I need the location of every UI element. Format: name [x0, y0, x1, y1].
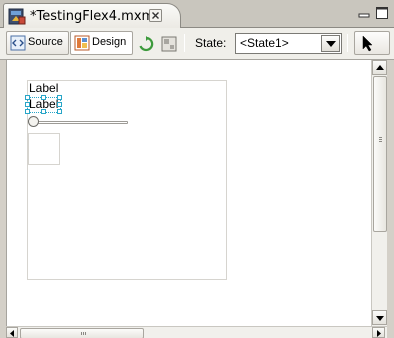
- state-value: <State1>: [240, 36, 289, 50]
- close-icon[interactable]: [149, 9, 162, 22]
- design-label: Design: [92, 36, 127, 48]
- scroll-down-button[interactable]: [372, 310, 387, 325]
- thumb-grip: [379, 139, 382, 140]
- chevron-down-icon: [376, 316, 384, 321]
- window-edge: [387, 60, 394, 338]
- editor-tab-bar: *TestingFlex4.mxml: [0, 0, 394, 29]
- thumb-grip: [81, 332, 82, 335]
- state-label: State:: [195, 36, 227, 50]
- constraints-icon[interactable]: [161, 36, 177, 52]
- vertical-scroll-thumb[interactable]: [373, 76, 387, 232]
- editor-tab[interactable]: *TestingFlex4.mxml: [3, 3, 181, 29]
- scroll-up-button[interactable]: [372, 60, 387, 75]
- source-label: Source: [28, 36, 63, 48]
- selection-box[interactable]: [25, 95, 62, 114]
- dropdown-button[interactable]: [321, 35, 340, 52]
- container-component[interactable]: [28, 133, 60, 165]
- tab-title: *TestingFlex4.mxml: [30, 9, 158, 24]
- resize-handle[interactable]: [57, 102, 62, 107]
- thumb-grip: [379, 137, 382, 138]
- thumb-grip: [85, 332, 86, 335]
- resize-handle[interactable]: [25, 102, 30, 107]
- thumb-grip: [83, 332, 84, 335]
- design-view[interactable]: Label Label: [6, 60, 371, 326]
- vertical-scrollbar[interactable]: [371, 60, 387, 326]
- resize-handle[interactable]: [57, 109, 62, 114]
- design-toolbar: Source Design State: <State1>: [0, 28, 394, 60]
- thumb-grip: [379, 141, 382, 142]
- resize-handle[interactable]: [41, 95, 46, 100]
- horizontal-scrollbar[interactable]: [6, 326, 387, 338]
- refresh-icon[interactable]: [138, 36, 154, 52]
- toolbar-separator: [184, 34, 185, 52]
- resize-handle[interactable]: [25, 95, 30, 100]
- resize-handle[interactable]: [57, 95, 62, 100]
- source-code-icon: [10, 35, 26, 51]
- horizontal-scroll-thumb[interactable]: [20, 328, 144, 338]
- toolbar-separator: [347, 34, 348, 52]
- hslider-thumb[interactable]: [28, 116, 39, 127]
- chevron-right-icon: [377, 330, 381, 337]
- maximize-icon[interactable]: [375, 6, 389, 20]
- chevron-left-icon: [10, 330, 14, 337]
- application-canvas[interactable]: Label Label: [25, 80, 227, 280]
- state-dropdown[interactable]: <State1>: [235, 33, 342, 54]
- arrow-cursor-icon: [362, 35, 373, 52]
- minimize-icon[interactable]: [357, 6, 371, 20]
- design-layout-icon: [74, 35, 90, 51]
- source-button[interactable]: Source: [6, 31, 69, 55]
- scroll-right-button[interactable]: [372, 327, 385, 338]
- resize-handle[interactable]: [41, 109, 46, 114]
- resize-handle[interactable]: [25, 109, 30, 114]
- design-button[interactable]: Design: [70, 31, 133, 55]
- scroll-left-button[interactable]: [6, 327, 18, 338]
- chevron-up-icon: [376, 65, 384, 70]
- chevron-down-icon: [326, 41, 336, 47]
- select-mode-button[interactable]: [354, 31, 390, 55]
- mxml-file-icon: [8, 8, 26, 25]
- hslider-track[interactable]: [32, 121, 128, 124]
- label-component[interactable]: Label: [29, 81, 58, 95]
